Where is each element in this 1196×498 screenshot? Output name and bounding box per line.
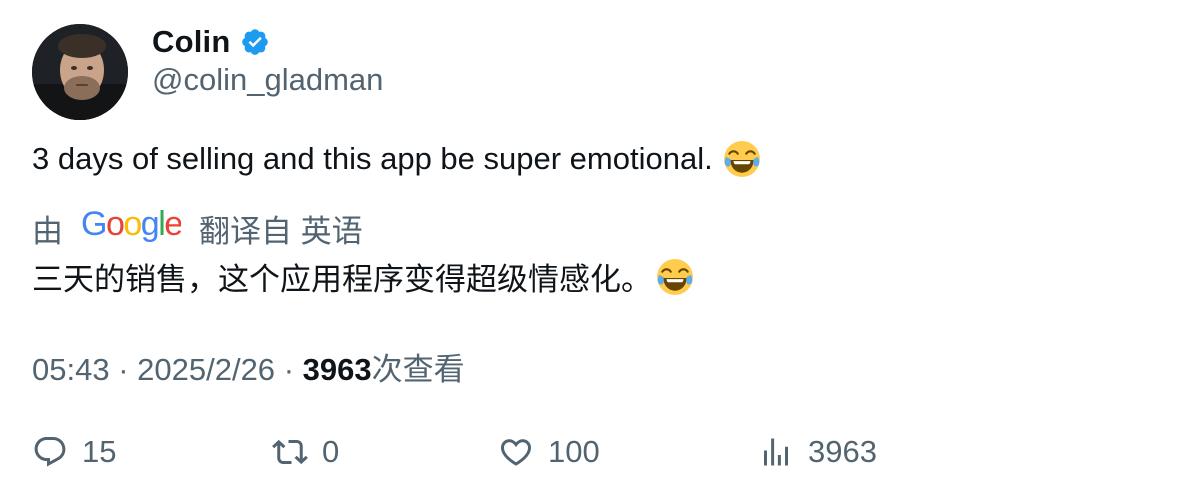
- retweet-icon: [272, 439, 308, 465]
- translated-text-content: 三天的销售，这个应用程序变得超级情感化。: [32, 262, 652, 297]
- views-action-count: 3963: [808, 434, 877, 469]
- like-count: 100: [548, 434, 600, 469]
- translation-attribution[interactable]: 由 Google 翻译自 英语: [32, 205, 363, 250]
- tweet-card: Colin @colin_gladman 3 days of selling a…: [0, 0, 1196, 498]
- translated-text: 三天的销售，这个应用程序变得超级情感化。: [32, 254, 694, 299]
- tweet-time[interactable]: 05:43: [32, 352, 110, 387]
- tweet-text: 3 days of selling and this app be super …: [32, 140, 761, 178]
- like-button[interactable]: 100: [498, 430, 600, 474]
- verified-badge-icon: [240, 27, 270, 57]
- google-logo: Google: [81, 205, 184, 250]
- translation-suffix: 翻译自 英语: [199, 213, 363, 249]
- tweet-metadata: 05:43 · 2025/2/26 · 3963次查看: [32, 344, 465, 389]
- svg-text:Google: Google: [81, 206, 181, 242]
- views-label: 次查看: [371, 352, 465, 387]
- reply-button[interactable]: 15: [32, 430, 116, 474]
- translation-prefix: 由: [32, 213, 63, 249]
- face-with-tears-of-joy-icon: [723, 140, 761, 178]
- heart-icon: [500, 439, 532, 466]
- views-button[interactable]: 3963: [758, 430, 877, 474]
- retweet-count: 0: [322, 434, 340, 469]
- meta-separator: ·: [283, 352, 303, 387]
- retweet-button[interactable]: 0: [272, 430, 339, 474]
- views-count: 3963: [302, 352, 372, 387]
- tweet-text-content: 3 days of selling and this app be super …: [32, 141, 713, 176]
- meta-separator: ·: [118, 352, 138, 387]
- user-handle[interactable]: @colin_gladman: [152, 62, 383, 98]
- analytics-icon: [764, 438, 788, 466]
- reply-icon: [34, 437, 66, 467]
- display-name[interactable]: Colin: [152, 24, 231, 60]
- user-name-row: Colin: [152, 22, 270, 62]
- avatar[interactable]: [32, 24, 128, 120]
- avatar-photo: [32, 24, 128, 120]
- tweet-date[interactable]: 2025/2/26: [137, 352, 275, 387]
- reply-count: 15: [82, 434, 117, 469]
- face-with-tears-of-joy-icon: [656, 258, 694, 296]
